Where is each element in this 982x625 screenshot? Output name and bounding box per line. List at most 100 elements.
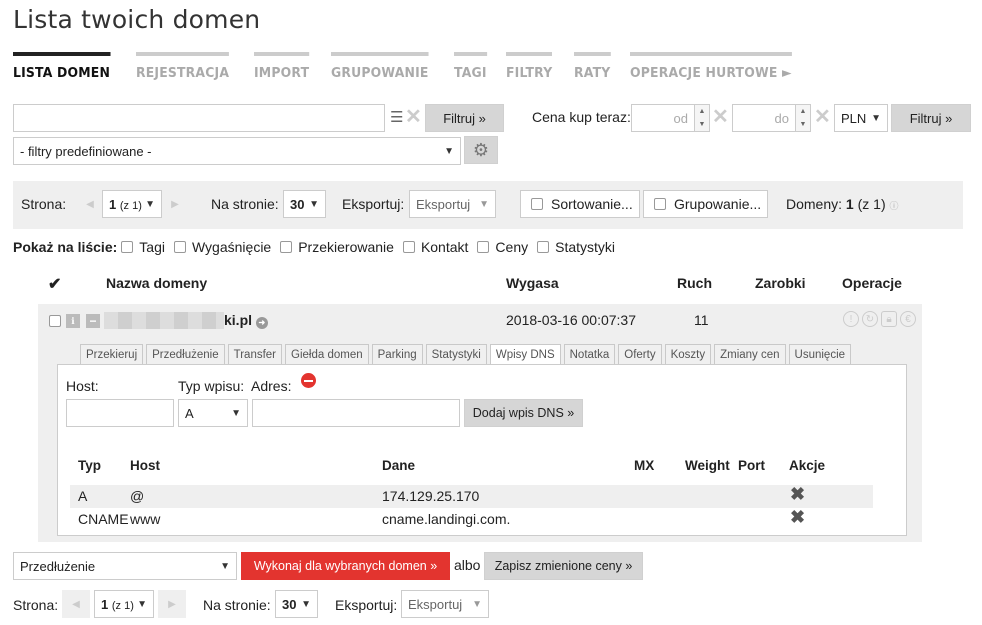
- collapse-icon[interactable]: −: [86, 314, 100, 328]
- export-label-bottom: Eksportuj:: [335, 597, 398, 613]
- alert-icon[interactable]: !: [843, 311, 859, 327]
- tab-rejestracja[interactable]: REJESTRACJA: [135, 52, 229, 81]
- dns-type-select[interactable]: A ▼: [178, 399, 248, 427]
- subtab-wpisy-dns[interactable]: Wpisy DNS: [489, 344, 561, 365]
- export-select[interactable]: Eksportuj ▼: [409, 190, 496, 218]
- price-from-input[interactable]: od: [631, 104, 695, 132]
- subtab-usuniecie[interactable]: Usunięcie: [788, 344, 852, 365]
- search-input[interactable]: [13, 104, 385, 132]
- export-select-bottom[interactable]: Eksportuj ▼: [401, 590, 489, 618]
- dns-address-input[interactable]: [252, 399, 460, 427]
- show-on-list: Pokaż na liście: Tagi Wygaśnięcie Przeki…: [13, 239, 620, 255]
- next-page-button-bottom[interactable]: ▶: [158, 590, 186, 618]
- subtab-gielda-domen[interactable]: Giełda domen: [285, 344, 369, 365]
- show-kontakt[interactable]: Kontakt: [402, 239, 468, 255]
- page-select[interactable]: 1 (z 1) ▼: [102, 190, 162, 218]
- dns-row-1-host: www: [130, 511, 161, 527]
- per-page-select-bottom[interactable]: 30 ▼: [275, 590, 318, 618]
- domain-subtabs: Przekieruj Przedłużenie Transfer Giełda …: [80, 344, 854, 365]
- price-filter-button[interactable]: Filtruj »: [891, 104, 971, 132]
- domain-traffic: 11: [694, 312, 709, 328]
- show-list-label: Pokaż na liście:: [13, 239, 118, 255]
- subtab-przekieruj[interactable]: Przekieruj: [80, 344, 144, 365]
- remove-icon[interactable]: [301, 373, 316, 388]
- subtab-oferty[interactable]: Oferty: [618, 344, 662, 365]
- tab-lista-domen[interactable]: LISTA DOMEN: [13, 52, 111, 81]
- clear-icon[interactable]: ✕: [405, 104, 422, 129]
- filter-button[interactable]: Filtruj »: [425, 104, 504, 132]
- bulk-action-select[interactable]: Przedłużenie ▼: [13, 552, 237, 580]
- gear-icon[interactable]: ⚙: [464, 136, 498, 164]
- dns-header-data: Dane: [382, 458, 416, 473]
- tab-grupowanie[interactable]: GRUPOWANIE: [330, 52, 429, 81]
- per-page-select[interactable]: 30 ▼: [283, 190, 326, 218]
- subtab-przedluzenie[interactable]: Przedłużenie: [146, 344, 225, 365]
- info-icon[interactable]: ℹ: [66, 314, 80, 328]
- clear-from-icon[interactable]: ✕: [712, 104, 729, 129]
- domain-name-blurred: [104, 312, 224, 329]
- price-to-input[interactable]: do: [732, 104, 796, 132]
- dns-row-1-type: CNAME: [78, 511, 129, 527]
- dns-row-1-data: cname.landingi.com.: [382, 511, 511, 527]
- sort-checkbox[interactable]: [531, 198, 543, 210]
- select-all-icon[interactable]: ✔: [48, 274, 61, 294]
- header-expires[interactable]: Wygasa: [506, 275, 559, 291]
- euro-icon[interactable]: €: [900, 311, 916, 327]
- clear-to-icon[interactable]: ✕: [814, 104, 831, 129]
- subtab-koszty[interactable]: Koszty: [664, 344, 712, 365]
- sort-button[interactable]: Sortowanie...: [520, 190, 640, 218]
- price-from-stepper[interactable]: ▲ ▼: [694, 104, 710, 132]
- subtab-zmiany-cen[interactable]: Zmiany cen: [714, 344, 786, 365]
- tab-filtry[interactable]: FILTRY: [506, 52, 553, 81]
- next-page-button[interactable]: ▶: [165, 190, 185, 218]
- show-tagi[interactable]: Tagi: [121, 239, 165, 255]
- execute-bulk-button[interactable]: Wykonaj dla wybranych domen »: [241, 552, 450, 580]
- tab-raty[interactable]: RATY: [573, 52, 611, 81]
- domain-checkbox[interactable]: [49, 315, 61, 327]
- subtab-parking[interactable]: Parking: [371, 344, 423, 365]
- delete-icon[interactable]: ✖: [790, 507, 805, 528]
- list-icon[interactable]: ☰: [390, 108, 403, 126]
- dns-host-input[interactable]: [66, 399, 174, 427]
- subtab-statystyki[interactable]: Statystyki: [425, 344, 487, 365]
- prev-page-button[interactable]: ◀: [80, 190, 100, 218]
- header-domain-name[interactable]: Nazwa domeny: [106, 275, 207, 291]
- dns-row-0-type: A: [78, 488, 88, 504]
- header-earnings[interactable]: Zarobki: [755, 275, 806, 291]
- price-to-stepper[interactable]: ▲ ▼: [795, 104, 811, 132]
- predefined-filters-select[interactable]: - filtry predefiniowane - ▼: [13, 137, 461, 165]
- subtab-transfer[interactable]: Transfer: [227, 344, 283, 365]
- tab-tagi[interactable]: TAGI: [453, 52, 487, 81]
- dns-header-port: Port: [738, 458, 765, 473]
- tab-import[interactable]: IMPORT: [253, 52, 309, 81]
- operation-icons: ! ↻ 🔒︎ €: [840, 311, 916, 327]
- page-label: Strona:: [21, 196, 67, 212]
- dns-row-0-data: 174.129.25.170: [382, 488, 480, 504]
- per-page-label: Na stronie:: [211, 196, 279, 212]
- prev-page-button-bottom[interactable]: ◀: [62, 590, 90, 618]
- page-select-bottom[interactable]: 1 (z 1) ▼: [94, 590, 154, 618]
- show-przekierowanie[interactable]: Przekierowanie: [280, 239, 394, 255]
- arrow-right-icon: ➜: [255, 317, 268, 329]
- lock-icon[interactable]: 🔒︎: [881, 311, 897, 327]
- save-prices-button[interactable]: Zapisz zmienione ceny »: [484, 552, 643, 580]
- show-statystyki[interactable]: Statystyki: [537, 239, 615, 255]
- add-dns-button[interactable]: Dodaj wpis DNS »: [464, 399, 583, 427]
- page-title: Lista twoich domen: [13, 5, 261, 34]
- or-text: albo: [454, 557, 481, 573]
- subtab-notatka[interactable]: Notatka: [563, 344, 616, 365]
- dns-header-weight: Weight: [685, 458, 730, 473]
- currency-select[interactable]: PLN ▼: [834, 104, 888, 132]
- group-button[interactable]: Grupowanie...: [643, 190, 768, 218]
- host-label: Host:: [66, 378, 99, 394]
- group-checkbox[interactable]: [654, 198, 666, 210]
- dns-header-actions: Akcje: [789, 458, 826, 473]
- header-traffic[interactable]: Ruch: [677, 275, 712, 291]
- page-label-bottom: Strona:: [13, 597, 59, 613]
- show-ceny[interactable]: Ceny: [477, 239, 528, 255]
- refresh-icon[interactable]: ↻: [862, 311, 878, 327]
- tab-operacje-hurtowe[interactable]: OPERACJE HURTOWE ►: [630, 52, 793, 81]
- show-wygasniecie[interactable]: Wygaśnięcie: [173, 239, 271, 255]
- domain-name[interactable]: ki.pl ➜: [224, 312, 268, 329]
- delete-icon[interactable]: ✖: [790, 484, 805, 505]
